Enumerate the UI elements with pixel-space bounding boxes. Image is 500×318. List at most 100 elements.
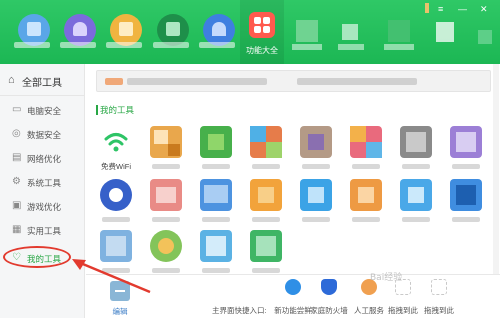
tool-icon: [450, 179, 482, 211]
tool-label-blurred: [102, 268, 130, 273]
tool-item[interactable]: [296, 179, 336, 227]
sidebar-item-system-tools[interactable]: ⚙ 系统工具: [0, 172, 85, 194]
menu-icon[interactable]: ≡: [438, 4, 443, 14]
tool-label-blurred: [402, 217, 430, 222]
nav-blurred-item[interactable]: [388, 20, 410, 42]
tool-item[interactable]: [346, 126, 386, 174]
top-navigation-bar: 功能大全 ≡ — ✕: [0, 0, 500, 64]
quick-entry-drop-slot[interactable]: 拖拽到此: [418, 279, 460, 317]
nav-blurred-item[interactable]: [478, 30, 492, 44]
tool-icon: [100, 230, 132, 262]
tool-item[interactable]: [96, 179, 136, 227]
nav-label-blurred: [153, 42, 189, 48]
tool-item[interactable]: [146, 230, 186, 278]
toolbox-icon: ⌂: [8, 74, 15, 86]
sidebar-item-utilities[interactable]: ▦ 实用工具: [0, 220, 85, 242]
gamepad-icon: ▣: [12, 200, 22, 211]
tool-label-blurred: [452, 217, 480, 222]
tool-label-blurred: [352, 164, 380, 169]
tool-label-blurred: [302, 164, 330, 169]
minimize-icon[interactable]: —: [458, 4, 467, 14]
wifi-icon: [100, 126, 132, 158]
sidebar-item-label: 电脑安全: [27, 106, 62, 116]
tool-icon: [400, 179, 432, 211]
tool-icon: [150, 126, 182, 158]
shield-icon: ◎: [12, 128, 21, 139]
tool-label: 免费WiFi: [101, 162, 131, 171]
sidebar-item-label: 系统工具: [27, 178, 62, 188]
close-icon[interactable]: ✕: [480, 4, 488, 14]
tool-item[interactable]: [196, 179, 236, 227]
section-title: 我的工具: [100, 105, 135, 115]
sidebar-item-label: 游戏优化: [27, 202, 62, 212]
tool-item[interactable]: [446, 179, 486, 227]
grid-icon: [249, 12, 275, 38]
tool-item[interactable]: [346, 179, 386, 227]
sidebar-item-label: 数据安全: [27, 130, 62, 140]
sidebar-item-label: 我的工具: [27, 254, 62, 264]
tool-item[interactable]: [146, 126, 186, 174]
nav-label-blurred: [292, 44, 322, 50]
tool-label-blurred: [202, 164, 230, 169]
sidebar-item-my-tools[interactable]: ♡ 我的工具: [0, 248, 85, 270]
banner-bar[interactable]: [96, 70, 491, 92]
tool-label-blurred: [152, 268, 180, 273]
sidebar-all-tools[interactable]: ⌂ 全部工具: [0, 64, 85, 96]
nav-function-center[interactable]: 功能大全: [240, 0, 284, 64]
edit-icon: [110, 281, 130, 301]
sidebar: ⌂ 全部工具 ▭ 电脑安全 ◎ 数据安全 ▤ 网络优化 ⚙ 系统工具 ▣ 游戏优…: [0, 64, 85, 318]
flag-icon[interactable]: [425, 3, 429, 13]
nav-label-blurred: [60, 42, 96, 48]
edit-button[interactable]: 编辑: [104, 281, 136, 317]
banner-text-blurred: [297, 78, 417, 85]
sidebar-item-label: 实用工具: [27, 226, 62, 236]
tool-item[interactable]: [196, 126, 236, 174]
tool-icon: [150, 179, 182, 211]
sidebar-item-pc-security[interactable]: ▭ 电脑安全: [0, 100, 85, 122]
sparkle-icon: [285, 279, 301, 295]
tool-label-blurred: [252, 217, 280, 222]
tool-item[interactable]: [396, 179, 436, 227]
banner-text-blurred: [127, 78, 267, 85]
nav-blurred-item[interactable]: [342, 24, 358, 40]
tool-item[interactable]: [396, 126, 436, 174]
tool-icon: [200, 230, 232, 262]
section-marker: [96, 105, 98, 115]
tool-free-wifi[interactable]: 免费WiFi: [96, 126, 136, 174]
quick-entry-label: 主界面快捷入口:: [212, 306, 267, 315]
tool-item[interactable]: [196, 230, 236, 278]
tool-item[interactable]: [246, 230, 286, 278]
sidebar-header-label: 全部工具: [22, 78, 62, 89]
sidebar-item-game[interactable]: ▣ 游戏优化: [0, 196, 85, 218]
function-center-label: 功能大全: [246, 46, 278, 55]
monitor-icon: ▭: [12, 104, 22, 115]
nav-label-blurred: [106, 42, 142, 48]
monitor-icon: [27, 22, 41, 36]
sidebar-item-network[interactable]: ▤ 网络优化: [0, 148, 85, 170]
tool-item[interactable]: [246, 179, 286, 227]
broom-icon: [119, 22, 133, 36]
heart-icon: ♡: [12, 252, 21, 263]
watermark: Bai经验: [370, 273, 403, 283]
tool-icon: [250, 126, 282, 158]
gear-icon: ⚙: [12, 176, 21, 187]
tool-icon: [250, 179, 282, 211]
tool-label-blurred: [202, 268, 230, 273]
nav-blurred-item[interactable]: [436, 22, 454, 42]
tool-icon: [350, 126, 382, 158]
nav-label-blurred: [338, 44, 364, 50]
tool-label-blurred: [102, 217, 130, 222]
tool-item[interactable]: [446, 126, 486, 174]
drop-slot-icon: [431, 279, 447, 295]
tool-item[interactable]: [96, 230, 136, 278]
tool-item[interactable]: [296, 126, 336, 174]
tool-item[interactable]: [246, 126, 286, 174]
tool-icon: [300, 179, 332, 211]
tool-icon: [200, 126, 232, 158]
sidebar-item-data-security[interactable]: ◎ 数据安全: [0, 124, 85, 146]
tool-label-blurred: [402, 164, 430, 169]
tool-label-blurred: [202, 217, 230, 222]
tool-label-blurred: [352, 217, 380, 222]
nav-blurred-item[interactable]: [296, 20, 318, 42]
tool-item[interactable]: [146, 179, 186, 227]
